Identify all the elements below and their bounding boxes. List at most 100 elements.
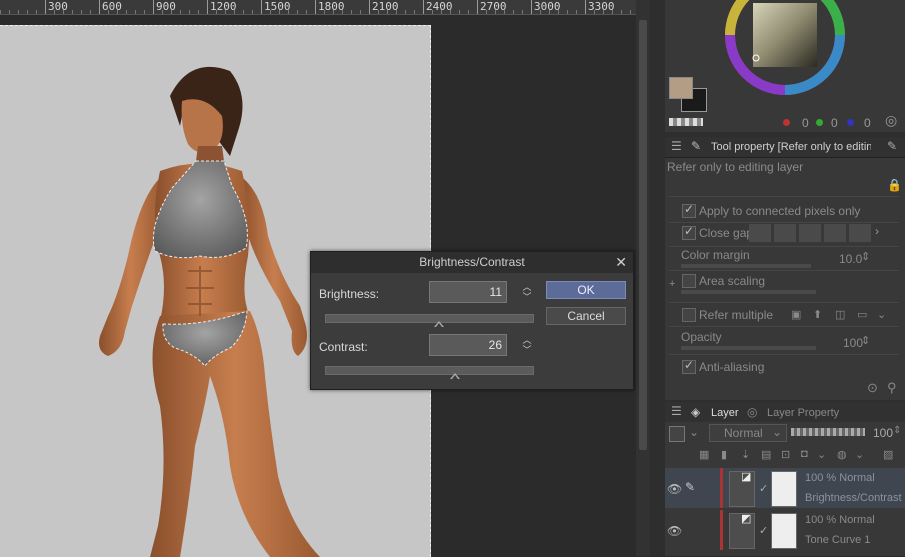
tab-tool-property[interactable]: Tool property [Refer only to editing la bbox=[711, 141, 871, 153]
ruler-minor-tick bbox=[495, 10, 496, 14]
color-margin-value[interactable]: 10.0 bbox=[839, 252, 862, 266]
area-scaling-label: Area scaling bbox=[699, 274, 766, 288]
ruler-minor-tick bbox=[27, 10, 28, 14]
mask-icon[interactable]: ⊡ bbox=[781, 448, 790, 461]
main-color-swatch[interactable] bbox=[669, 77, 693, 99]
scrollbar-thumb[interactable] bbox=[639, 20, 647, 450]
visibility-eye-icon[interactable]: 👁 bbox=[667, 524, 682, 538]
lock-transparent-icon[interactable]: ⇣ bbox=[741, 448, 750, 461]
tab-layer[interactable]: Layer bbox=[711, 407, 739, 419]
anti-aliasing-checkbox[interactable] bbox=[682, 358, 696, 374]
ruler-minor-tick bbox=[36, 10, 37, 14]
ruler-tick-label: 3000 bbox=[531, 0, 561, 14]
ruler-minor-tick bbox=[324, 10, 325, 14]
area-scaling-checkbox[interactable] bbox=[682, 274, 696, 288]
ruler-minor-tick bbox=[117, 10, 118, 14]
refer-multiple-checkbox[interactable] bbox=[682, 308, 696, 322]
ruler-minor-tick bbox=[144, 10, 145, 14]
ruler-minor-tick bbox=[396, 10, 397, 14]
brightness-spin-icon[interactable]: ︿ ﹀ bbox=[521, 282, 533, 304]
canvas-vertical-scrollbar[interactable] bbox=[636, 0, 650, 556]
ruler-minor-tick bbox=[288, 10, 289, 14]
close-gap-presets[interactable] bbox=[749, 224, 873, 242]
clip-icon[interactable]: ▦ bbox=[699, 448, 709, 461]
layer-color-icon[interactable]: ◘ bbox=[801, 448, 808, 460]
panel-menu-icon[interactable]: ☰ bbox=[671, 139, 682, 153]
dialog-title[interactable]: Brightness/Contrast bbox=[311, 252, 633, 273]
reset-icon[interactable]: ⊙ bbox=[867, 380, 878, 396]
apply-connected-checkbox[interactable] bbox=[682, 202, 696, 218]
brightness-slider[interactable] bbox=[325, 314, 534, 323]
ruler-minor-tick bbox=[513, 10, 514, 14]
layer-opacity-value[interactable]: 100 bbox=[873, 426, 893, 440]
ref-layer-icon[interactable]: ▮ bbox=[721, 448, 727, 461]
ruler-tick-label: 900 bbox=[153, 0, 176, 14]
ruler-minor-tick bbox=[360, 10, 361, 14]
ruler-minor-tick bbox=[162, 10, 163, 14]
chevron-down-icon[interactable]: ⌄ bbox=[855, 448, 864, 461]
layers-icon: ◈ bbox=[691, 405, 701, 419]
lock-layer-icon[interactable]: ▤ bbox=[761, 448, 771, 461]
ruler-minor-tick bbox=[72, 10, 73, 14]
color-margin-spin-icon[interactable]: ⇕ bbox=[861, 250, 870, 263]
close-icon[interactable]: ✕ bbox=[615, 254, 627, 270]
chevron-down-icon[interactable]: ⌄ bbox=[817, 448, 826, 461]
contrast-slider-handle[interactable] bbox=[450, 373, 461, 379]
curve-icon: ◩ bbox=[741, 513, 752, 525]
layer-settings-icon[interactable]: ▨ bbox=[883, 448, 893, 461]
opacity-label: Opacity bbox=[681, 330, 722, 344]
zoom-icon[interactable]: ⚲ bbox=[887, 380, 897, 396]
panel-menu-icon[interactable]: ☰ bbox=[671, 404, 682, 418]
ruler-minor-tick bbox=[540, 10, 541, 14]
link-check-icon: ✓ bbox=[759, 525, 769, 537]
fill-tool-icon: ✎ bbox=[691, 139, 702, 153]
chevron-down-icon[interactable]: ⌄ bbox=[689, 425, 699, 439]
rgb-blue-value: 0 bbox=[864, 116, 871, 130]
layer-opacity-slider[interactable] bbox=[791, 428, 865, 436]
upper-layer-icon[interactable]: ⬆ bbox=[813, 308, 822, 321]
ruler-minor-tick bbox=[504, 10, 505, 14]
color-wheel[interactable] bbox=[720, 0, 850, 100]
ruler-minor-tick bbox=[198, 10, 199, 14]
opacity-spin-icon[interactable]: ⇕ bbox=[893, 425, 901, 436]
cancel-button[interactable]: Cancel bbox=[546, 307, 626, 325]
area-scaling-slider[interactable] bbox=[681, 290, 816, 294]
brightness-input[interactable]: 11 bbox=[429, 281, 507, 303]
ruler-minor-tick bbox=[180, 10, 181, 14]
layer-ref-icon[interactable]: ▣ bbox=[791, 308, 801, 321]
opacity-spin-icon[interactable]: ⇕ bbox=[861, 334, 870, 347]
blend-mode-select[interactable]: Normal ⌄ bbox=[709, 424, 787, 442]
contrast-slider[interactable] bbox=[325, 366, 534, 375]
lock-icon[interactable]: 🔒 bbox=[887, 178, 902, 192]
layer-name: Tone Curve 1 bbox=[805, 534, 871, 546]
ruler-tick-label: 300 bbox=[45, 0, 68, 14]
sub-tool-icon[interactable]: ✎ bbox=[887, 139, 897, 153]
tool-property-body: Refer only to editing layer 🔒 Apply to c… bbox=[665, 158, 905, 400]
rgb-green-value: 0 bbox=[831, 116, 838, 130]
close-gap-checkbox[interactable] bbox=[682, 224, 696, 240]
contrast-spin-icon[interactable]: ︿ ﹀ bbox=[521, 335, 533, 357]
chevron-right-icon[interactable]: › bbox=[875, 224, 879, 238]
tab-layer-property[interactable]: Layer Property bbox=[767, 407, 839, 419]
color-margin-slider[interactable] bbox=[681, 264, 811, 268]
layer-row-tone-curve[interactable]: 👁 ◩ ✓ 100 % Normal Tone Curve 1 bbox=[665, 510, 905, 550]
selection-ref-icon[interactable]: ◫ bbox=[835, 308, 845, 321]
contrast-input[interactable]: 26 bbox=[429, 334, 507, 356]
chevron-down-icon[interactable]: ⌄ bbox=[877, 308, 886, 321]
brightness-slider-handle[interactable] bbox=[433, 321, 444, 327]
ok-button[interactable]: OK bbox=[546, 281, 626, 299]
expand-plus-icon[interactable]: + bbox=[669, 278, 675, 290]
opacity-slider[interactable] bbox=[681, 346, 816, 350]
layer-row-brightness-contrast[interactable]: 👁 ✎ ◪ ✓ 100 % Normal Brightness/Contrast… bbox=[665, 468, 905, 508]
brightness-value: 11 bbox=[489, 285, 502, 299]
palette-icon[interactable]: ◍ bbox=[837, 448, 847, 461]
visibility-eye-icon[interactable]: 👁 bbox=[667, 482, 682, 496]
layer-color-marker bbox=[720, 510, 723, 550]
transparent-color-swatch[interactable] bbox=[669, 118, 703, 126]
color-settings-icon[interactable]: ◎ bbox=[885, 112, 897, 129]
folder-ref-icon[interactable]: ▭ bbox=[857, 308, 867, 321]
layer-property-icon: ◎ bbox=[747, 405, 758, 419]
dialog-title-text: Brightness/Contrast bbox=[419, 255, 525, 269]
ruler-minor-tick bbox=[126, 10, 127, 14]
layer-color-swatch[interactable] bbox=[669, 426, 685, 442]
